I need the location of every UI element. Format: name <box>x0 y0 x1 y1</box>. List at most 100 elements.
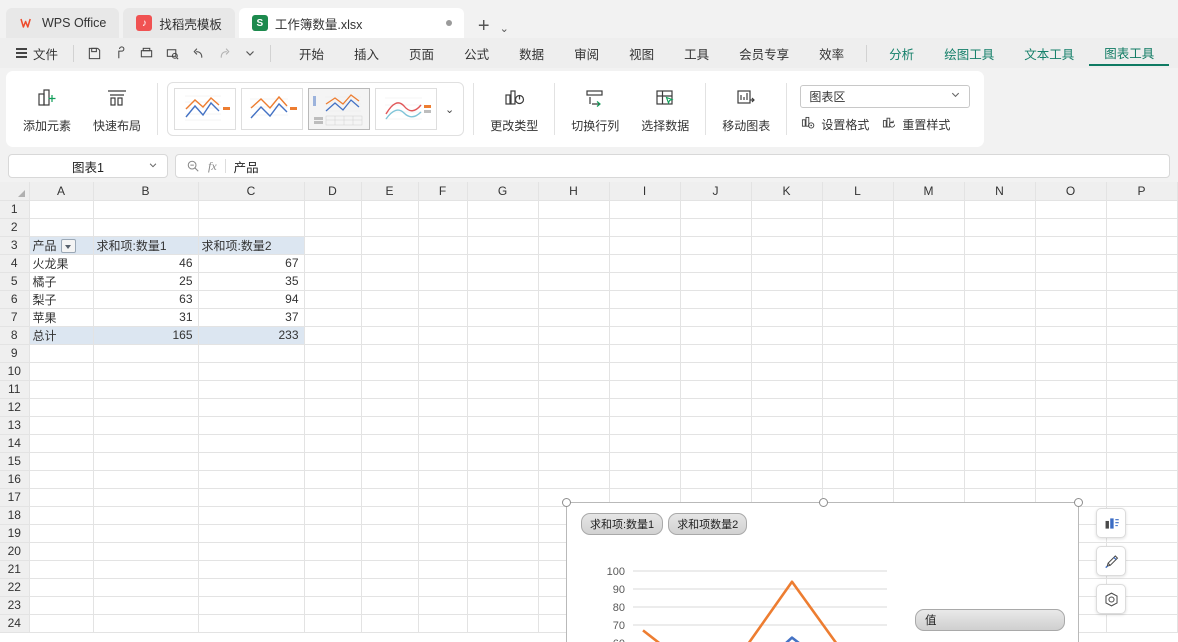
cell-F23[interactable] <box>418 596 468 615</box>
row-header-10[interactable]: 10 <box>0 362 30 381</box>
cell-A14[interactable] <box>29 434 94 453</box>
cell-P4[interactable] <box>1106 254 1178 273</box>
cell-G20[interactable] <box>467 542 539 561</box>
cell-O8[interactable] <box>1035 326 1107 345</box>
cell-A4[interactable]: 火龙果 <box>29 254 94 273</box>
cell-B23[interactable] <box>93 596 199 615</box>
row-header-17[interactable]: 17 <box>0 488 30 507</box>
chart-object[interactable]: 求和项:数量1 求和项数量2 100 90 80 70 值 <box>562 498 1083 642</box>
cell-F9[interactable] <box>418 344 468 363</box>
cell-C13[interactable] <box>198 416 305 435</box>
cell-I11[interactable] <box>609 380 681 399</box>
cell-N13[interactable] <box>964 416 1036 435</box>
cell-P8[interactable] <box>1106 326 1178 345</box>
row-header-13[interactable]: 13 <box>0 416 30 435</box>
cell-M4[interactable] <box>893 254 965 273</box>
cell-L2[interactable] <box>822 218 894 237</box>
cell-B17[interactable] <box>93 488 199 507</box>
row-header-7[interactable]: 7 <box>0 308 30 327</box>
cell-B13[interactable] <box>93 416 199 435</box>
cell-K10[interactable] <box>751 362 823 381</box>
cell-D20[interactable] <box>304 542 362 561</box>
cell-H14[interactable] <box>538 434 610 453</box>
cell-F14[interactable] <box>418 434 468 453</box>
chart-elements-icon[interactable] <box>1096 508 1126 538</box>
resize-handle-top-right[interactable] <box>1074 498 1083 507</box>
cell-G6[interactable] <box>467 290 539 309</box>
cell-J4[interactable] <box>680 254 752 273</box>
cell-A5[interactable]: 橘子 <box>29 272 94 291</box>
cell-N7[interactable] <box>964 308 1036 327</box>
cell-A2[interactable] <box>29 218 94 237</box>
cell-A19[interactable] <box>29 524 94 543</box>
col-header-D[interactable]: D <box>304 182 362 201</box>
cell-H12[interactable] <box>538 398 610 417</box>
cell-C16[interactable] <box>198 470 305 489</box>
cell-F12[interactable] <box>418 398 468 417</box>
row-header-20[interactable]: 20 <box>0 542 30 561</box>
col-header-C[interactable]: C <box>198 182 305 201</box>
cell-D3[interactable] <box>304 236 362 255</box>
cell-D2[interactable] <box>304 218 362 237</box>
cell-J5[interactable] <box>680 272 752 291</box>
cell-F19[interactable] <box>418 524 468 543</box>
cell-I1[interactable] <box>609 200 681 219</box>
cell-A20[interactable] <box>29 542 94 561</box>
cell-O9[interactable] <box>1035 344 1107 363</box>
cell-G9[interactable] <box>467 344 539 363</box>
cell-A16[interactable] <box>29 470 94 489</box>
cell-H8[interactable] <box>538 326 610 345</box>
cell-H5[interactable] <box>538 272 610 291</box>
cell-A7[interactable]: 苹果 <box>29 308 94 327</box>
cell-J3[interactable] <box>680 236 752 255</box>
cell-D21[interactable] <box>304 560 362 579</box>
cell-C21[interactable] <box>198 560 305 579</box>
cell-A10[interactable] <box>29 362 94 381</box>
cell-I13[interactable] <box>609 416 681 435</box>
menu-item-text-tools[interactable]: 文本工具 <box>1009 41 1089 66</box>
cell-H3[interactable] <box>538 236 610 255</box>
cell-K13[interactable] <box>751 416 823 435</box>
cell-I4[interactable] <box>609 254 681 273</box>
chart-styles-icon[interactable] <box>1096 546 1126 576</box>
set-format-button[interactable]: 设置格式 <box>800 115 869 134</box>
cell-P3[interactable] <box>1106 236 1178 255</box>
cell-C4[interactable]: 67 <box>198 254 305 273</box>
menu-item-analysis[interactable]: 分析 <box>874 41 929 66</box>
row-header-23[interactable]: 23 <box>0 596 30 615</box>
cell-D1[interactable] <box>304 200 362 219</box>
cell-P5[interactable] <box>1106 272 1178 291</box>
cell-L11[interactable] <box>822 380 894 399</box>
cell-G18[interactable] <box>467 506 539 525</box>
col-header-B[interactable]: B <box>93 182 199 201</box>
cell-E5[interactable] <box>361 272 419 291</box>
cell-N2[interactable] <box>964 218 1036 237</box>
row-header-6[interactable]: 6 <box>0 290 30 309</box>
cell-N10[interactable] <box>964 362 1036 381</box>
cell-J14[interactable] <box>680 434 752 453</box>
cell-G15[interactable] <box>467 452 539 471</box>
col-header-L[interactable]: L <box>822 182 894 201</box>
cell-B14[interactable] <box>93 434 199 453</box>
cell-B9[interactable] <box>93 344 199 363</box>
cell-E10[interactable] <box>361 362 419 381</box>
cell-F10[interactable] <box>418 362 468 381</box>
col-header-O[interactable]: O <box>1035 182 1107 201</box>
cell-M3[interactable] <box>893 236 965 255</box>
row-header-3[interactable]: 3 <box>0 236 30 255</box>
cell-A12[interactable] <box>29 398 94 417</box>
cell-G3[interactable] <box>467 236 539 255</box>
cell-F3[interactable] <box>418 236 468 255</box>
cell-I10[interactable] <box>609 362 681 381</box>
spreadsheet-grid[interactable]: A B C D E F G H I J K L M N O P 1 2 3 产品 求和项… <box>0 182 1178 642</box>
cell-I12[interactable] <box>609 398 681 417</box>
cell-B10[interactable] <box>93 362 199 381</box>
cell-D11[interactable] <box>304 380 362 399</box>
cell-J11[interactable] <box>680 380 752 399</box>
cell-B16[interactable] <box>93 470 199 489</box>
cell-C20[interactable] <box>198 542 305 561</box>
cell-B6[interactable]: 63 <box>93 290 199 309</box>
row-header-16[interactable]: 16 <box>0 470 30 489</box>
legend-header[interactable]: 值 <box>915 609 1065 631</box>
cell-E1[interactable] <box>361 200 419 219</box>
